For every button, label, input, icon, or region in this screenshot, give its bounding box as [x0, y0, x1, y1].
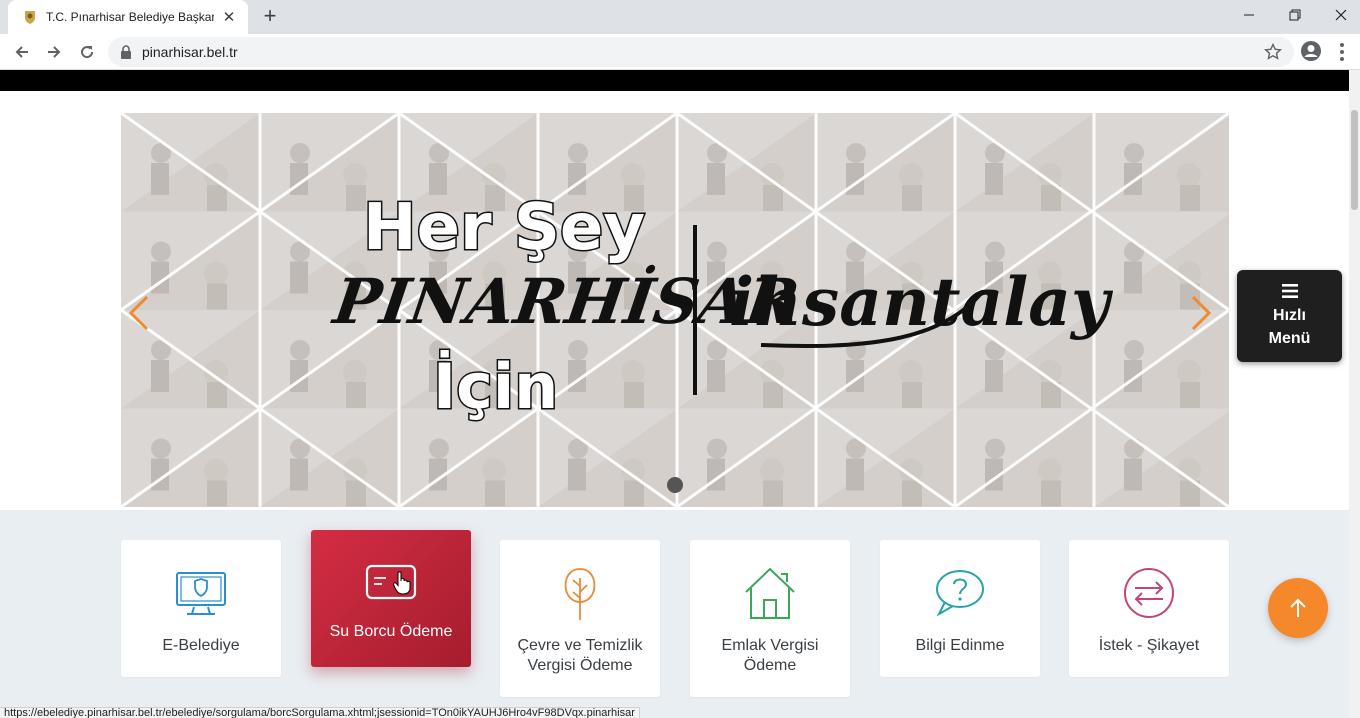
service-label: Çevre ve Temizlik Vergisi Ödeme [517, 637, 643, 674]
house-icon [745, 567, 795, 619]
monitor-shield-icon [176, 572, 226, 615]
signature-text: ihsantalay [729, 263, 1114, 341]
service-label: İstek - Şikayet [1098, 637, 1200, 654]
slogan-line-3: İçin [433, 350, 558, 423]
service-cards: E-Belediye Su Borcu Ödeme Çevre ve Temiz… [0, 510, 1349, 718]
new-tab-icon[interactable]: + [258, 5, 282, 29]
slogan-line-1: Her Şey [363, 191, 645, 265]
scrollbar-thumb[interactable] [1351, 110, 1358, 210]
hero-slider: Her Şey PINARHİSAR İçin ihsantalay [121, 113, 1229, 507]
service-label: Su Borcu Ödeme [329, 623, 453, 640]
browser-menu-icon[interactable] [1334, 40, 1350, 64]
url-text: pinarhisar.bel.tr [142, 44, 238, 60]
service-card-su-borcu[interactable]: Su Borcu Ödeme [311, 530, 471, 667]
quick-menu-label-1: Hızlı [1273, 307, 1306, 324]
slogan-overlay: Her Şey PINARHİSAR İçin ihsantalay [327, 190, 1114, 425]
service-card-emlak-vergisi[interactable]: Emlak Vergisi Ödeme [690, 540, 850, 697]
service-card-bilgi-edinme[interactable]: Bilgi Edinme [880, 540, 1040, 677]
hamburger-icon [1281, 284, 1298, 298]
back-arrow-icon[interactable] [8, 38, 36, 66]
question-bubble-icon [936, 570, 984, 617]
window-restore-icon[interactable] [1272, 0, 1318, 30]
profile-avatar-icon[interactable] [1300, 40, 1322, 62]
page-scrollbar[interactable] [1349, 70, 1360, 718]
slider-next-icon[interactable] [1189, 293, 1213, 333]
quick-menu-button[interactable]: Hızlı Menü [1237, 270, 1342, 362]
service-label: E-Belediye [162, 637, 240, 654]
address-bar[interactable]: pinarhisar.bel.tr [108, 37, 1294, 67]
tab-strip: T.C. Pınarhisar Belediye Başkanlığı ✕ + [0, 0, 1360, 34]
municipality-logo-icon [25, 11, 35, 24]
lock-icon [121, 45, 131, 59]
tab-title: T.C. Pınarhisar Belediye Başkanlığı [46, 10, 214, 24]
slider-prev-icon[interactable] [127, 293, 151, 333]
service-label: Bilgi Edinme [915, 637, 1005, 654]
service-label: Emlak Vergisi Ödeme [721, 637, 819, 674]
forward-arrow-icon[interactable] [40, 38, 68, 66]
service-card-istek-sikayet[interactable]: İstek - Şikayet [1069, 540, 1229, 677]
service-card-cevre-temizlik[interactable]: Çevre ve Temizlik Vergisi Ödeme [500, 540, 660, 697]
scroll-to-top-button[interactable] [1268, 578, 1328, 638]
browser-toolbar: pinarhisar.bel.tr [0, 34, 1360, 70]
page-viewport: Her Şey PINARHİSAR İçin ihsantalay Hızlı… [0, 70, 1349, 718]
service-card-e-belediye[interactable]: E-Belediye [121, 540, 281, 677]
slogan-divider [693, 225, 697, 395]
tab-close-icon[interactable]: ✕ [220, 8, 238, 26]
slider-dot[interactable] [667, 477, 683, 493]
reload-icon[interactable] [73, 38, 101, 66]
quick-menu-label-2: Menü [1268, 330, 1311, 347]
credit-card-icon [365, 564, 417, 600]
site-top-nav [0, 70, 1349, 91]
hand-cursor-icon [393, 571, 411, 595]
link-status-bar: https://ebelediye.pinarhisar.bel.tr/ebel… [0, 707, 640, 718]
exchange-arrows-icon [1124, 568, 1174, 618]
tree-icon [564, 568, 596, 620]
bookmark-star-icon[interactable] [1264, 43, 1282, 61]
window-minimize-icon[interactable] [1226, 0, 1272, 30]
arrow-up-icon [1290, 598, 1306, 617]
browser-tab[interactable]: T.C. Pınarhisar Belediye Başkanlığı ✕ [8, 0, 248, 34]
window-close-icon[interactable] [1318, 0, 1360, 30]
